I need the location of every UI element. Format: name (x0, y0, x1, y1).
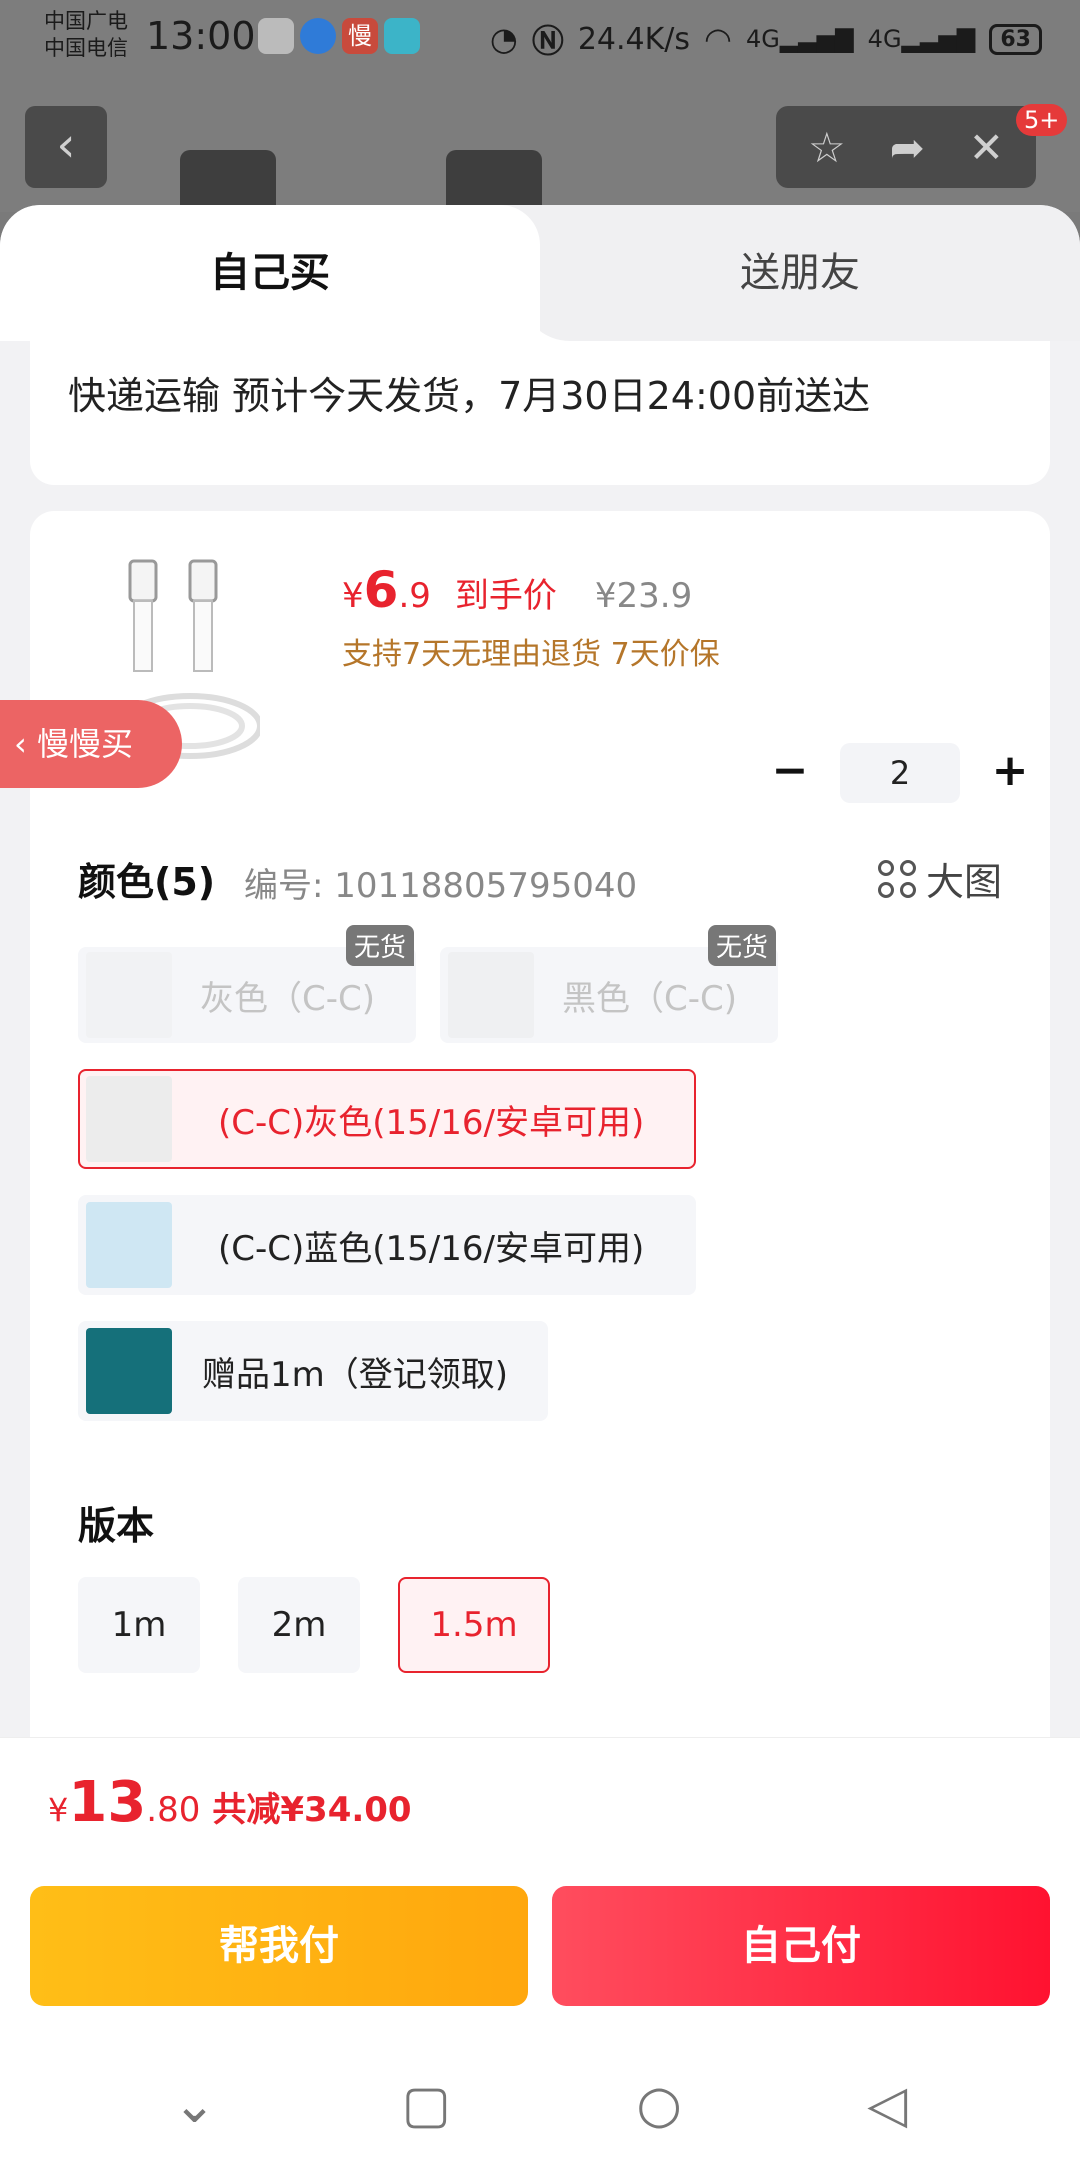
help-pay-button[interactable]: 帮我付 (30, 1886, 528, 2006)
carrier-2: 中国电信 (44, 36, 128, 60)
option-thumbnail (86, 1328, 172, 1414)
color-option-cc-blue[interactable]: (C-C)蓝色(15/16/安卓可用) (78, 1195, 696, 1295)
star-icon[interactable]: ☆ (808, 123, 846, 172)
system-nav-bar: ⌄ ▢ ○ ◁ (0, 2050, 1080, 2160)
color-option-gift[interactable]: 赠品1m（登记领取) (78, 1321, 548, 1421)
option-thumbnail (86, 952, 172, 1038)
total-currency: ¥ (48, 1791, 69, 1829)
book-app-icon (384, 18, 420, 54)
chevron-left-icon: ‹ (14, 725, 37, 763)
carrier-1: 中国广电 (44, 9, 128, 33)
option-label: 灰色（C-C) (200, 978, 376, 1019)
product-image-dimmed-2 (446, 150, 542, 210)
no-stock-badge: 无货 (707, 925, 776, 966)
price-main: ¥6.9 (342, 561, 431, 619)
nfc-icon: Ⓝ (531, 22, 564, 60)
signal-type-1: 4G (745, 25, 780, 53)
option-label: 黑色（C-C) (562, 978, 738, 1019)
notification-icon (258, 18, 294, 54)
back-button[interactable]: ‹ (25, 106, 107, 188)
version-option-2m[interactable]: 2m (238, 1577, 360, 1673)
signal-icon-1: 4G▂▃▅▇ (745, 25, 854, 53)
option-thumbnail (86, 1076, 172, 1162)
total-decimal: .80 (146, 1790, 201, 1830)
version-option-1-5m[interactable]: 1.5m (398, 1577, 550, 1673)
purchase-tabs: 送朋友 自己买 (0, 205, 1080, 341)
back-triangle-icon[interactable]: ◁ (867, 2075, 907, 2135)
carrier-info: 中国广电 中国电信 (44, 8, 128, 62)
signal-type-2: 4G (867, 25, 902, 53)
product-image-dimmed (180, 150, 276, 210)
option-label: (C-C)蓝色(15/16/安卓可用) (218, 1228, 645, 1269)
original-price: ¥23.9 (594, 576, 693, 616)
signal-icon-2: 4G▂▃▅▇ (867, 25, 976, 53)
quantity-stepper: − 2 + (760, 743, 1040, 803)
total-integer: 13 (68, 1770, 147, 1835)
close-icon[interactable]: ✕ (969, 123, 1004, 172)
chevron-left-icon: ‹ (56, 117, 76, 173)
color-option-cc-gray[interactable]: (C-C)灰色(15/16/安卓可用) (78, 1069, 696, 1169)
option-thumbnail (448, 952, 534, 1038)
wifi-icon: ◠ (704, 20, 732, 58)
savings-text: 共减¥34.00 (212, 1790, 412, 1830)
slow-buy-label: 慢慢买 (36, 725, 133, 763)
color-option-black[interactable]: 黑色（C-C) 无货 (440, 925, 778, 1043)
no-stock-badge: 无货 (345, 925, 414, 966)
sku-card: ¥6.9 到手价 ¥23.9 支持7天无理由退货 7天价保 − 2 + 颜色(5… (30, 511, 1050, 1851)
price-label: 到手价 (454, 576, 557, 616)
share-icon[interactable]: ➦ (890, 123, 925, 172)
option-thumbnail (86, 1202, 172, 1288)
cart-badge: 5+ (1016, 104, 1068, 136)
tab-gift-friend[interactable]: 送朋友 (520, 205, 1080, 341)
slow-app-icon: 慢 (342, 18, 378, 54)
price-integer: 6 (363, 561, 399, 619)
sku-code: 编号: 10118805795040 (244, 866, 638, 906)
quantity-value[interactable]: 2 (840, 743, 960, 803)
option-label: (C-C)灰色(15/16/安卓可用) (218, 1102, 645, 1143)
clock: 13:00 (146, 14, 256, 58)
price-currency: ¥ (342, 576, 364, 616)
battery-icon: 63 (989, 23, 1042, 55)
price-decimal: .9 (398, 576, 431, 616)
recents-icon[interactable]: ▢ (402, 2075, 451, 2135)
status-bar: 中国广电 中国电信 13:00 慢 ◔ Ⓝ 24.4K/s ◠ 4G▂▃▅▇ 4… (0, 0, 1080, 72)
status-right: ◔ Ⓝ 24.4K/s ◠ 4G▂▃▅▇ 4G▂▃▅▇ 63 (490, 16, 1042, 62)
color-section-title: 颜色(5) (78, 860, 216, 904)
guarantee-text: 支持7天无理由退货 7天价保 (342, 637, 720, 672)
total-price: ¥ 13 .80 共减¥34.00 (48, 1770, 412, 1835)
price-row: ¥6.9 到手价 ¥23.9 (342, 561, 692, 619)
big-image-label: 大图 (925, 860, 1002, 904)
grid-icon (877, 859, 916, 898)
slow-buy-button[interactable]: ‹ 慢慢买 (0, 700, 182, 788)
speed-icon: ◔ (489, 20, 518, 58)
tab-self-buy[interactable]: 自己买 (0, 205, 540, 341)
plus-button[interactable]: + (980, 743, 1040, 803)
version-section-title: 版本 (78, 1504, 155, 1548)
network-speed: 24.4K/s (577, 21, 691, 57)
home-icon[interactable]: ○ (636, 2075, 681, 2135)
option-label: 赠品1m（登记领取) (202, 1354, 509, 1395)
self-pay-button[interactable]: 自己付 (552, 1886, 1050, 2006)
header-actions: ☆ ➦ ✕ (776, 106, 1036, 188)
version-option-1m[interactable]: 1m (78, 1577, 200, 1673)
app-icon (300, 18, 336, 54)
chevron-down-icon[interactable]: ⌄ (173, 2075, 217, 2135)
color-option-gray[interactable]: 灰色（C-C) 无货 (78, 925, 416, 1043)
big-image-button[interactable]: 大图 (877, 851, 1002, 906)
minus-button[interactable]: − (760, 743, 820, 803)
shipping-text: 快递运输 预计今天发货，7月30日24:00前送达 (68, 374, 871, 418)
